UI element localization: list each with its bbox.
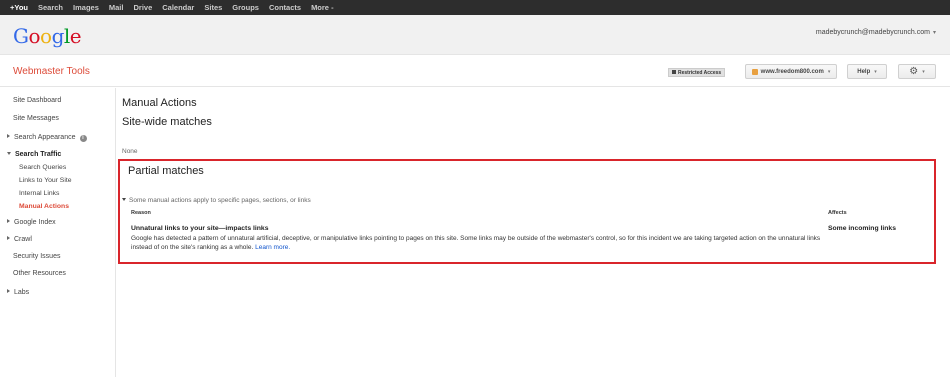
header: Google madebycrunch@madebycrunch.com ▾ — [0, 15, 950, 55]
settings-button[interactable]: ⚙ ▾ — [898, 64, 936, 79]
info-icon[interactable]: i — [79, 135, 87, 142]
collapse-arrow-icon — [7, 152, 11, 155]
topbar-item[interactable]: Contacts — [269, 3, 301, 12]
partial-matches-heading: Partial matches — [128, 165, 204, 177]
sidebar-item-other-resources[interactable]: Other Resources — [13, 270, 66, 277]
sitewide-matches-heading: Site-wide matches — [122, 116, 212, 128]
expand-arrow-icon — [7, 236, 10, 240]
logo-letter: e — [69, 24, 82, 48]
sidebar-item-internal-links[interactable]: Internal Links — [19, 190, 59, 197]
sidebar-item-security-issues[interactable]: Security Issues — [13, 253, 60, 260]
topbar-item[interactable]: Calendar — [162, 3, 194, 12]
logo-letter: o — [28, 24, 41, 48]
sidebar-item-label: Labs — [14, 289, 30, 296]
sidebar-item-search-appearance[interactable]: Search Appearance i — [7, 134, 87, 142]
sidebar — [0, 88, 116, 377]
lock-icon — [672, 70, 676, 74]
expand-arrow-icon — [7, 219, 10, 223]
reason-description-text: Google has detected a pattern of unnatur… — [131, 235, 821, 251]
sidebar-item-search-queries[interactable]: Search Queries — [19, 164, 66, 171]
product-bar: Webmaster Tools Restricted Access www.fr… — [0, 56, 950, 87]
chevron-down-icon: ▾ — [827, 68, 831, 75]
sidebar-item-manual-actions[interactable]: Manual Actions — [19, 203, 69, 210]
partial-matches-description: Some manual actions apply to specific pa… — [129, 197, 311, 204]
restricted-access-badge: Restricted Access — [668, 68, 726, 77]
learn-more-link[interactable]: Learn more. — [255, 244, 290, 251]
column-header-affects: Affects — [828, 210, 847, 216]
topbar-item[interactable]: Groups — [232, 3, 259, 12]
expand-arrow-icon — [7, 289, 10, 293]
topbar-item[interactable]: +You — [10, 3, 28, 12]
topbar-item[interactable]: Images — [73, 3, 99, 12]
reason-description: Google has detected a pattern of unnatur… — [131, 234, 821, 252]
chevron-down-icon: ▾ — [922, 68, 925, 75]
expand-arrow-icon — [7, 134, 10, 138]
help-button[interactable]: Help ▾ — [847, 64, 887, 79]
sidebar-item-label: Search Traffic — [15, 151, 62, 158]
sitewide-matches-value: None — [122, 148, 138, 155]
column-header-reason: Reason — [131, 210, 151, 216]
site-selector-button[interactable]: www.freedom800.com ▾ — [745, 64, 837, 79]
topbar-item[interactable]: More - — [311, 3, 334, 12]
chevron-down-icon: ▾ — [932, 30, 936, 36]
logo-letter: o — [40, 24, 52, 48]
product-name[interactable]: Webmaster Tools — [13, 66, 90, 77]
site-favicon-icon — [751, 68, 758, 75]
chevron-down-icon: ▾ — [874, 68, 877, 75]
sidebar-item-label: Google Index — [14, 219, 56, 226]
site-selector-label: www.freedom800.com — [760, 68, 824, 75]
google-logo[interactable]: Google — [13, 24, 82, 48]
sidebar-item-site-messages[interactable]: Site Messages — [13, 115, 59, 122]
sidebar-item-crawl[interactable]: Crawl — [7, 236, 32, 243]
partial-matches-toggle[interactable]: Some manual actions apply to specific pa… — [122, 197, 311, 204]
restricted-access-label: Restricted Access — [678, 70, 722, 76]
account-email: madebycrunch@madebycrunch.com — [815, 29, 930, 36]
sidebar-item-label: Search Appearance — [14, 134, 76, 141]
sidebar-item-label: Crawl — [14, 236, 32, 243]
affects-value: Some incoming links — [828, 225, 896, 232]
google-bar: +You Search Images Mail Drive Calendar Sites Gr… — [0, 0, 950, 15]
sidebar-item-labs[interactable]: Labs — [7, 289, 29, 296]
page-title: Manual Actions — [122, 97, 197, 109]
help-label: Help — [857, 68, 871, 75]
sidebar-item-links-to-your-site[interactable]: Links to Your Site — [19, 177, 72, 184]
topbar-item[interactable]: Search — [38, 3, 63, 12]
logo-letter: g — [51, 24, 65, 48]
sidebar-item-site-dashboard[interactable]: Site Dashboard — [13, 97, 61, 104]
account-menu[interactable]: madebycrunch@madebycrunch.com ▾ — [816, 29, 936, 36]
topbar-item[interactable]: Sites — [204, 3, 222, 12]
logo-letter: G — [13, 24, 29, 48]
collapse-arrow-icon — [122, 198, 126, 201]
topbar-item[interactable]: Mail — [109, 3, 124, 12]
sidebar-item-search-traffic[interactable]: Search Traffic — [7, 151, 61, 158]
topbar-item[interactable]: Drive — [133, 3, 152, 12]
gear-icon: ⚙ — [909, 66, 919, 77]
reason-title: Unnatural links to your site—impacts lin… — [131, 225, 269, 232]
sidebar-item-google-index[interactable]: Google Index — [7, 219, 56, 226]
